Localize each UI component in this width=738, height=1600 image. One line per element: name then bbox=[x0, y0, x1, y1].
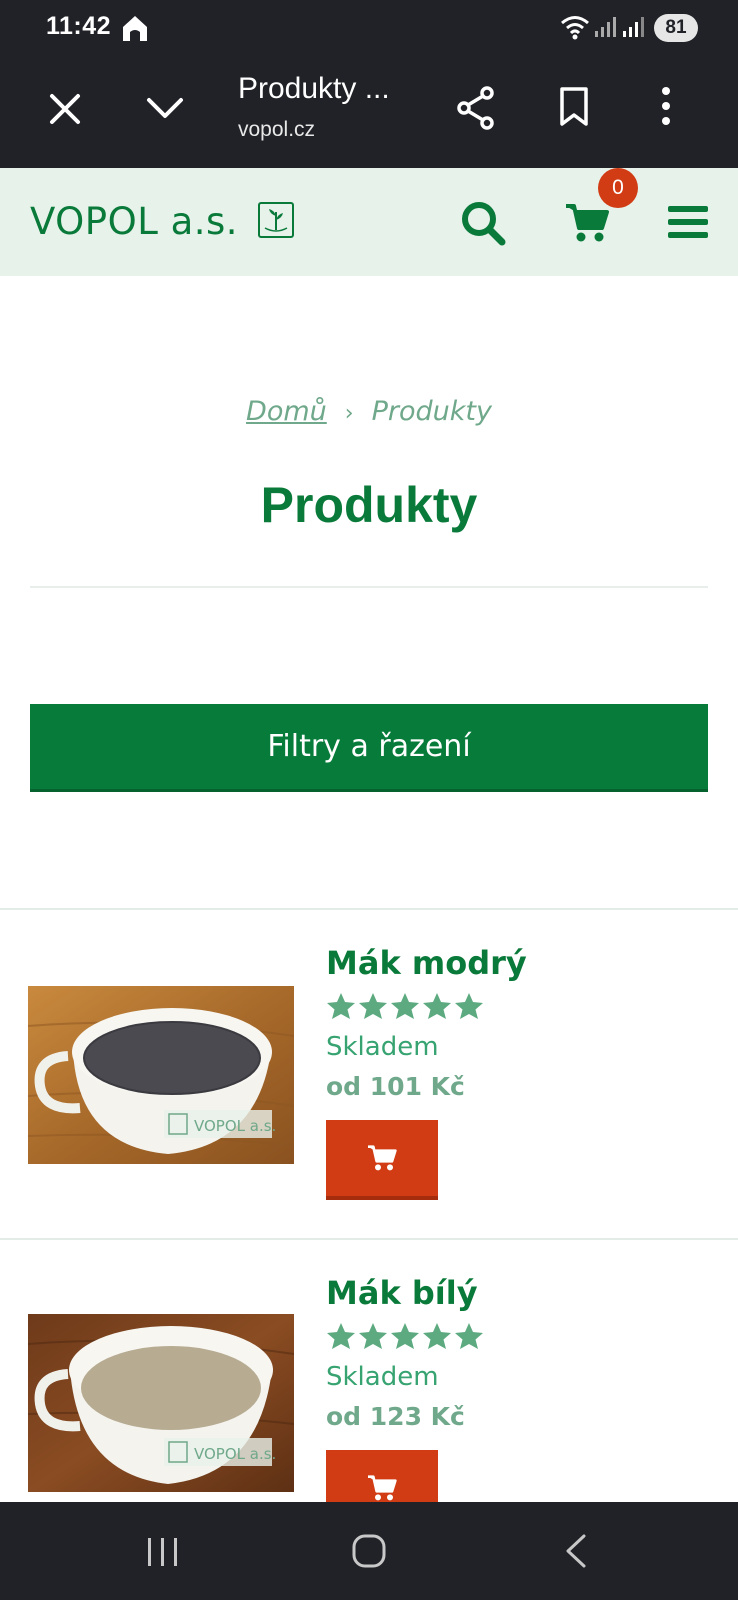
home-indicator-icon bbox=[120, 14, 150, 46]
star-icon bbox=[327, 1323, 355, 1349]
divider bbox=[0, 1238, 738, 1240]
status-bar: 11:42 81 bbox=[0, 0, 738, 56]
site-logo[interactable]: VOPOL a.s. bbox=[30, 200, 238, 243]
star-icon bbox=[391, 993, 419, 1019]
product-name-link[interactable]: Mák modrý bbox=[326, 944, 527, 982]
star-icon bbox=[391, 1323, 419, 1349]
browser-page-title[interactable]: Produkty ... bbox=[238, 72, 390, 106]
stock-status: Skladem bbox=[326, 1362, 439, 1392]
divider bbox=[0, 908, 738, 910]
battery-indicator: 81 bbox=[654, 14, 698, 42]
recent-apps-icon[interactable] bbox=[146, 1536, 180, 1572]
add-to-cart-button[interactable] bbox=[326, 1120, 438, 1200]
wifi-icon bbox=[560, 14, 590, 44]
cart-count-badge[interactable]: 0 bbox=[598, 168, 638, 208]
signal-icon bbox=[594, 16, 616, 42]
home-button-icon[interactable] bbox=[352, 1534, 386, 1572]
cart-icon bbox=[368, 1145, 397, 1171]
browser-url[interactable]: vopol.cz bbox=[238, 118, 315, 142]
rating-stars bbox=[326, 1322, 484, 1350]
star-icon bbox=[423, 1323, 451, 1349]
stock-status: Skladem bbox=[326, 1032, 439, 1062]
star-icon bbox=[327, 993, 355, 1019]
product-name-link[interactable]: Mák bílý bbox=[326, 1274, 478, 1312]
breadcrumb-current: Produkty bbox=[371, 396, 492, 427]
image-watermark: VOPOL a.s. bbox=[194, 1445, 276, 1463]
signal-icon bbox=[622, 16, 644, 42]
more-options-icon[interactable] bbox=[660, 86, 672, 130]
browser-toolbar: Produkty ... vopol.cz bbox=[0, 56, 738, 168]
star-icon bbox=[359, 993, 387, 1019]
product-image[interactable]: VOPOL a.s. bbox=[28, 1314, 294, 1492]
product-price: od 101 Kč bbox=[326, 1072, 465, 1101]
close-icon[interactable] bbox=[48, 92, 82, 130]
page-title: Produkty bbox=[260, 477, 478, 533]
divider bbox=[30, 586, 708, 588]
hamburger-menu-icon[interactable] bbox=[668, 204, 708, 244]
product-image[interactable]: VOPOL a.s. bbox=[28, 986, 294, 1164]
cart-icon bbox=[368, 1475, 397, 1501]
breadcrumb-separator: › bbox=[344, 401, 354, 426]
bookmark-icon[interactable] bbox=[558, 86, 590, 132]
star-icon bbox=[423, 993, 451, 1019]
product-price: od 123 Kč bbox=[326, 1402, 465, 1431]
share-icon[interactable] bbox=[456, 86, 496, 134]
image-watermark: VOPOL a.s. bbox=[194, 1117, 276, 1135]
breadcrumb-home-link[interactable]: Domů bbox=[246, 396, 327, 427]
star-icon bbox=[455, 1323, 483, 1349]
system-navigation-bar bbox=[0, 1502, 738, 1600]
star-icon bbox=[359, 1323, 387, 1349]
breadcrumb: Domů › Produkty bbox=[0, 396, 738, 427]
back-icon[interactable] bbox=[564, 1534, 588, 1572]
cart-icon[interactable] bbox=[564, 202, 610, 248]
search-icon[interactable] bbox=[460, 200, 506, 250]
status-time: 11:42 bbox=[46, 12, 112, 40]
logo-plant-icon bbox=[258, 202, 294, 238]
site-header: VOPOL a.s. 0 bbox=[0, 168, 738, 276]
filter-sort-button[interactable]: Filtry a řazení bbox=[30, 704, 708, 792]
chevron-down-icon[interactable] bbox=[146, 96, 184, 124]
star-icon bbox=[455, 993, 483, 1019]
rating-stars bbox=[326, 992, 484, 1020]
